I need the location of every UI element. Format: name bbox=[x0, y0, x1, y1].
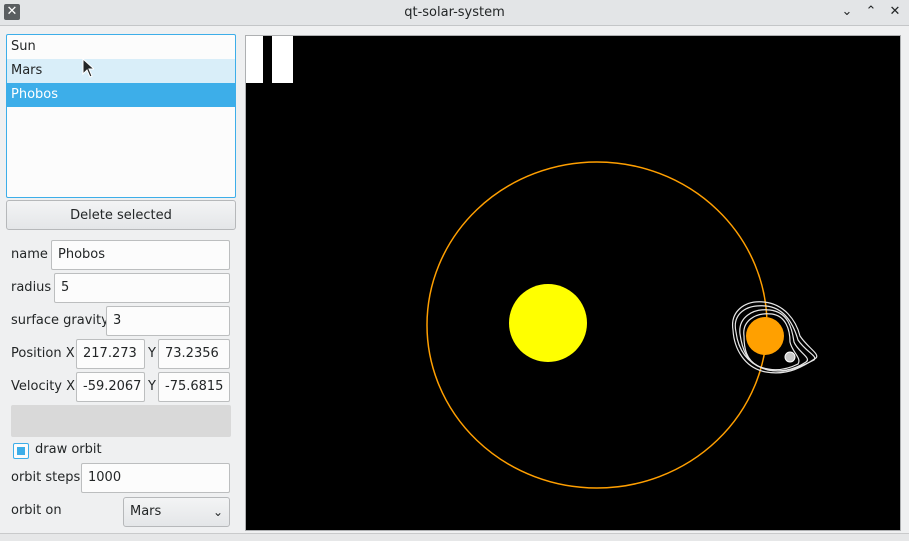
chevron-down-icon: ⌄ bbox=[212, 505, 223, 519]
pause-icon[interactable] bbox=[246, 36, 293, 83]
position-y-field[interactable]: 73.2356 bbox=[158, 339, 230, 369]
position-x-label: Position X bbox=[11, 346, 75, 361]
name-label: name bbox=[11, 247, 48, 262]
radius-label: radius bbox=[11, 280, 52, 295]
title-bar: ✕ qt-solar-system ⌄ ⌃ ✕ bbox=[0, 0, 909, 26]
mouse-cursor-icon bbox=[82, 58, 94, 78]
chevron-down-icon[interactable]: ⌄ bbox=[839, 4, 855, 20]
list-item-mars[interactable]: Mars bbox=[7, 59, 235, 83]
delete-selected-button[interactable]: Delete selected bbox=[6, 200, 236, 230]
orbit-steps-label: orbit steps bbox=[11, 470, 81, 485]
phobos-body[interactable] bbox=[784, 351, 796, 363]
chevron-up-icon[interactable]: ⌃ bbox=[863, 4, 879, 20]
orbit-steps-field[interactable]: 1000 bbox=[81, 463, 230, 493]
window-title: qt-solar-system bbox=[404, 5, 505, 20]
simulation-view bbox=[246, 36, 818, 489]
checkbox-check-icon bbox=[17, 447, 25, 455]
list-item-sun[interactable]: Sun bbox=[7, 35, 235, 59]
draw-orbit-checkbox[interactable] bbox=[13, 443, 29, 459]
surface-gravity-label: surface gravity bbox=[11, 313, 109, 328]
orbit-on-label: orbit on bbox=[11, 503, 62, 518]
mars-body[interactable] bbox=[746, 317, 784, 355]
velocity-y-field[interactable]: -75.6815 bbox=[158, 372, 230, 402]
position-y-label: Y bbox=[148, 346, 156, 361]
radius-field[interactable]: 5 bbox=[54, 273, 230, 303]
surface-gravity-field[interactable]: 3 bbox=[106, 306, 230, 336]
draw-orbit-label[interactable]: draw orbit bbox=[35, 442, 102, 457]
orbit-on-select[interactable]: Mars ⌄ bbox=[123, 497, 230, 527]
mars-orbit-path bbox=[426, 161, 768, 489]
sun-body[interactable] bbox=[509, 284, 587, 362]
close-icon[interactable]: ✕ bbox=[887, 4, 903, 20]
velocity-x-label: Velocity X bbox=[11, 379, 76, 394]
list-item-phobos[interactable]: Phobos bbox=[7, 83, 235, 107]
orbit-on-value: Mars bbox=[130, 504, 162, 519]
name-field[interactable]: Phobos bbox=[51, 240, 230, 270]
position-x-field[interactable]: 217.273 bbox=[76, 339, 145, 369]
body-list[interactable]: Sun Mars Phobos bbox=[6, 34, 236, 198]
color-picker-button[interactable] bbox=[11, 405, 231, 437]
velocity-x-field[interactable]: -59.2067 bbox=[76, 372, 145, 402]
simulation-canvas[interactable] bbox=[245, 35, 901, 531]
velocity-y-label: Y bbox=[148, 379, 156, 394]
